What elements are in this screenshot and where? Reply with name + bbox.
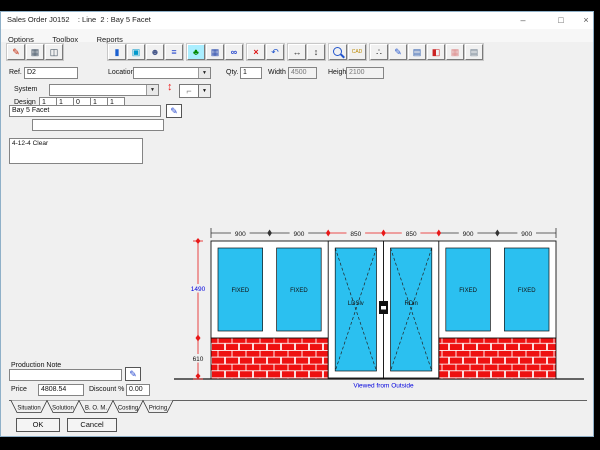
dim-900-1: 900 xyxy=(235,231,246,238)
door-panel-icon[interactable]: ▮ xyxy=(108,44,126,60)
location-select[interactable]: Living Room ▼ xyxy=(133,67,211,79)
production-note-label: Production Note xyxy=(11,362,61,369)
dimension-width-icon[interactable]: ↔ xyxy=(288,44,306,60)
dim-900-3: 900 xyxy=(463,231,474,238)
grid-disabled-icon[interactable]: ▦ xyxy=(446,44,464,60)
discount-label: Discount % xyxy=(89,386,124,393)
menu-bar: Options Toolbox Reports xyxy=(1,29,593,42)
save-palette-icon[interactable]: ◧ xyxy=(427,44,445,60)
grid-icon[interactable]: ▦ xyxy=(26,44,44,60)
vertical-dimension-icon: ↕ xyxy=(167,82,173,93)
edit-description-button[interactable]: ✎ xyxy=(166,104,182,118)
delete-icon[interactable]: × xyxy=(247,44,265,60)
panel-label: LDSlv xyxy=(348,301,364,307)
height-input: 2100 xyxy=(346,67,384,79)
undo-icon[interactable]: ↶ xyxy=(266,44,284,60)
edit-note-icon[interactable]: ✎ xyxy=(7,44,25,60)
note-page-icon[interactable]: ▤ xyxy=(465,44,483,60)
profile-selector[interactable]: ⌐ ▼ xyxy=(179,84,211,98)
dimension-height-icon[interactable]: ↕ xyxy=(307,44,325,60)
price-input[interactable]: 4808.54 xyxy=(38,384,84,396)
exit-door-icon[interactable]: ◫ xyxy=(45,44,63,60)
window-title: Sales Order J0152 : Line 2 : Bay 5 Facet xyxy=(7,15,151,24)
edit-production-note-button[interactable]: ✎ xyxy=(125,367,141,381)
dim-900-4: 900 xyxy=(521,231,532,238)
chevron-down-icon[interactable]: ▼ xyxy=(199,84,211,98)
tab-situation-label[interactable]: Situation xyxy=(17,406,40,412)
panel-label: FIXED xyxy=(518,288,536,294)
cancel-button[interactable]: Cancel xyxy=(67,418,117,432)
location-label: Location xyxy=(108,69,134,76)
ref-label: Ref. xyxy=(9,69,22,76)
find-binoculars-icon[interactable]: ∞ xyxy=(225,44,243,60)
tab-solution-label[interactable]: Solution xyxy=(52,406,74,412)
glazing-item[interactable]: 4-12-4 Clear xyxy=(12,140,48,147)
dim-900-2: 900 xyxy=(293,231,304,238)
window-grid-icon[interactable]: ▦ xyxy=(206,44,224,60)
panel-label: FIXED xyxy=(290,288,308,294)
minimize-button[interactable]: – xyxy=(510,12,536,29)
dim-610: 610 xyxy=(193,356,204,363)
toolbar: ✎ ▦ ◫ ▮ ▣ ☻ ≡ ♣ ▦ ∞ × ↶ ↔ ↕ CAD ∴ ✎ xyxy=(1,42,593,62)
bom-list-icon[interactable]: ≡ xyxy=(165,44,183,60)
frame-icon[interactable]: ▣ xyxy=(127,44,145,60)
description-input[interactable]: Bay 5 Facet xyxy=(9,105,161,117)
system-select[interactable]: SY04 Int.Glazed Doors ▼ xyxy=(49,84,159,96)
chevron-down-icon[interactable]: ▼ xyxy=(146,85,158,95)
close-button[interactable]: × xyxy=(577,12,595,29)
viewed-from-outside-caption: Viewed from Outside xyxy=(353,383,414,390)
production-note-input[interactable] xyxy=(9,369,122,381)
person-icon[interactable]: ☻ xyxy=(146,44,164,60)
tab-bom-label[interactable]: B. O. M. xyxy=(85,406,107,412)
pen-icon[interactable]: ✎ xyxy=(389,44,407,60)
frame-profile-icon: ⌐ xyxy=(179,84,199,98)
ok-button[interactable]: OK xyxy=(16,418,60,432)
tab-pricing-label[interactable]: Pricing xyxy=(149,406,167,412)
title-bar: Sales Order J0152 : Line 2 : Bay 5 Facet… xyxy=(1,12,593,30)
system-label: System xyxy=(14,86,37,93)
dim-850-1: 850 xyxy=(350,231,361,238)
sales-order-window: Sales Order J0152 : Line 2 : Bay 5 Facet… xyxy=(0,11,594,437)
brick-wall-right xyxy=(439,338,556,379)
maximize-button[interactable]: □ xyxy=(548,12,574,29)
ref-input[interactable]: D2 xyxy=(24,67,78,79)
cad-icon[interactable]: CAD xyxy=(348,44,366,60)
colors-icon[interactable]: ∴ xyxy=(370,44,388,60)
save-frame-icon[interactable]: ▤ xyxy=(408,44,426,60)
brick-wall-left xyxy=(211,338,328,379)
width-label: Width xyxy=(268,69,286,76)
panel-label: RDin xyxy=(405,301,418,307)
qty-input[interactable]: 1 xyxy=(240,67,262,79)
panel-label: FIXED xyxy=(459,288,477,294)
qty-label: Qty. xyxy=(226,69,238,76)
tree-icon[interactable]: ♣ xyxy=(187,44,205,60)
tab-costing-label[interactable]: Costing xyxy=(118,406,138,412)
discount-input[interactable]: 0.00 xyxy=(126,384,150,396)
chevron-down-icon[interactable]: ▼ xyxy=(198,68,210,78)
dim-1490: 1490 xyxy=(191,286,206,293)
width-input: 4500 xyxy=(288,67,317,79)
panel-label: FIXED xyxy=(231,288,249,294)
design-drawing: FIXED FIXED LDSlv RDin FIXED FIXED 900 9… xyxy=(169,213,589,398)
zoom-icon[interactable] xyxy=(329,44,347,60)
dim-850-2: 850 xyxy=(406,231,417,238)
glazing-listbox[interactable]: 4-12-4 Clear xyxy=(9,138,143,164)
description2-input[interactable] xyxy=(32,119,164,131)
tab-strip: Situation Solution B. O. M. Costing Pric… xyxy=(9,400,589,415)
price-label: Price xyxy=(11,386,27,393)
